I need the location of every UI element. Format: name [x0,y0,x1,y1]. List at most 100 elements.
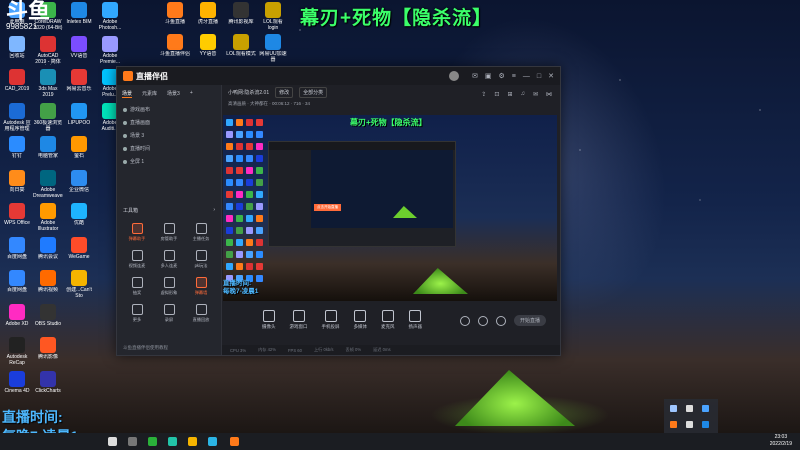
douyu-app-icon[interactable] [230,437,239,446]
tool-button[interactable]: 虚拟形象 [153,277,185,296]
tool-button[interactable]: 视频连麦 [121,250,153,269]
eye-icon[interactable] [123,133,127,138]
source-control-button[interactable]: 麦克风 [381,310,395,330]
tool-button[interactable]: pk玩法 [185,250,217,269]
eye-icon[interactable] [123,120,127,125]
bell-icon[interactable]: ♫ [520,91,525,98]
tray-douyu-icon[interactable] [670,421,677,428]
desktop-icon[interactable]: LOL观看 login [258,2,288,31]
tool-button[interactable]: 弹幕墙 [185,277,217,296]
desktop-icon[interactable]: 创建...Can't Sto [64,270,94,299]
category-select[interactable]: 全部分类 [299,86,328,98]
desktop-icon[interactable]: 百度网盘 [2,270,32,299]
desktop-icon[interactable]: LOL观看模式 [226,34,256,63]
share2-icon[interactable]: ⋈ [546,91,552,98]
scene-row[interactable]: 直播时间 [117,142,221,155]
desktop-icon[interactable]: WeGame [64,236,94,266]
desktop-icon[interactable]: 优酷 [64,203,94,232]
settings2-icon[interactable] [478,315,488,326]
desktop-icon[interactable]: 百度网盘 [2,236,32,266]
maximize-icon[interactable]: □ [537,73,541,80]
eye-icon[interactable] [123,159,127,164]
minimize-icon[interactable]: — [523,73,530,80]
tool-button[interactable]: 多人连麦 [153,250,185,269]
clock[interactable]: 23:03 2022/2/19 [770,434,792,448]
tray-app-icon[interactable] [686,405,693,412]
desktop-icon[interactable]: 腾讯视频 [33,270,63,299]
tab-scene[interactable]: 场景 [122,90,133,98]
tool-button[interactable]: 更多 [121,304,153,323]
desktop-icon[interactable]: 斗鱼直播 [160,2,190,31]
info-icon[interactable] [496,315,506,326]
desktop-icon[interactable]: Adobe XD [2,303,32,333]
folder-icon[interactable] [188,437,197,446]
desktop-icon[interactable]: Autodesk 应用程序管理 [2,102,32,132]
desktop-icon[interactable]: OBS Studio [33,303,63,333]
expand-icon[interactable]: › [213,207,215,214]
scene-row[interactable]: 全屏 1 [117,155,221,168]
tool-button[interactable]: 录屏 [153,304,185,323]
desktop-icon[interactable]: 虎牙直播 [193,2,223,31]
tray-ime-icon[interactable] [702,421,709,428]
desktop-icon[interactable]: 360极速浏览器 [33,102,63,132]
tab-scene3[interactable]: 场景3 [167,90,180,98]
source-control-button[interactable]: 扬声器 [409,310,422,330]
menu-icon[interactable]: ≡ [512,73,516,80]
source-control-button[interactable]: 多媒体 [354,310,367,330]
desktop-icon[interactable]: WPS Office [2,203,32,232]
desktop-icon[interactable]: CAD_2019 [2,69,32,98]
tutorial-link[interactable]: 斗鱼直播伴侣使用教程 [123,345,168,351]
desktop-icon[interactable]: Adobe Dreamweaver [33,169,63,199]
scene-row[interactable]: 直播画面 [117,116,221,129]
desktop-icon[interactable]: VV语音 [64,35,94,65]
tray-mic-icon[interactable] [686,421,693,428]
desktop-icon[interactable]: 钉钉 [2,136,32,165]
game-icon[interactable] [168,437,177,446]
save-icon[interactable]: ⊞ [507,91,512,98]
desktop-icon[interactable]: Adobe Photosh... [95,2,125,31]
share-icon[interactable]: ⇪ [481,91,486,98]
desktop-icon[interactable]: Adobe Illustrator [33,203,63,232]
desktop-icon[interactable]: LIPUPOO [64,102,94,132]
lock-icon[interactable]: ⊡ [494,91,499,98]
desktop-icon[interactable]: ClickCharts [33,370,63,400]
tool-button[interactable]: 直播回放 [185,304,217,323]
desktop-icon[interactable]: 3ds Max 2019 [33,69,63,98]
start-icon[interactable] [108,437,117,446]
source-control-button[interactable]: 手机投屏 [322,310,340,330]
desktop-icon[interactable]: 斗鱼直播伴侣 [160,34,190,63]
scene-row[interactable]: 游戏画布 [117,103,221,116]
add-scene-icon[interactable]: + [190,90,193,98]
eye-icon[interactable] [123,146,127,151]
desktop-icon[interactable]: Adobe Premie... [95,35,125,65]
desktop-icon[interactable]: Cinema 4D [2,370,32,400]
tool-button[interactable]: 弹幕助手 [121,223,153,242]
source-control-button[interactable]: 游戏窗口 [290,310,308,330]
start-stream-button[interactable]: 开始直播 [514,315,547,326]
desktop-icon[interactable]: 网易云音乐 [64,69,94,98]
source-control-button[interactable]: 摄像头 [262,310,276,330]
mail-icon[interactable]: ✉ [533,91,538,98]
tray-shield-icon[interactable] [702,405,709,412]
stream-preview[interactable]: 幕刃+死物【隐杀流】 点击开始直播 直播时间: 每晚7-凌晨1 [223,115,557,301]
record-icon[interactable] [460,315,470,326]
desktop-icon[interactable]: 腾讯会议 [33,236,63,266]
close-icon[interactable]: ✕ [548,72,554,80]
tray-network-icon[interactable] [670,405,677,412]
desktop-icon[interactable]: 网易UU加速器 [258,34,288,63]
desktop-icon[interactable]: Inletex BIM [64,2,94,31]
tool-button[interactable]: 抽奖 [121,277,153,296]
tab-library[interactable]: 元素库 [142,90,157,98]
desktop-icon[interactable]: 腾讯影像 [33,337,63,366]
desktop-icon[interactable]: 电脑管家 [33,136,63,165]
desktop-icon[interactable]: Autodesk ReCap [2,337,32,366]
desktop-icon[interactable]: 向日葵 [2,169,32,199]
eye-icon[interactable] [123,107,127,112]
desktop-icon[interactable]: 企业微信 [64,169,94,199]
app-titlebar[interactable]: 直播伴侣 ✉ ▣ ⚙ ≡ — □ ✕ [117,67,560,85]
gift-icon[interactable]: ▣ [485,72,492,80]
wechat-icon[interactable] [148,437,157,446]
edit-button[interactable]: 修改 [275,86,294,98]
avatar[interactable] [449,71,460,81]
tool-button[interactable]: 主播任务 [185,223,217,242]
